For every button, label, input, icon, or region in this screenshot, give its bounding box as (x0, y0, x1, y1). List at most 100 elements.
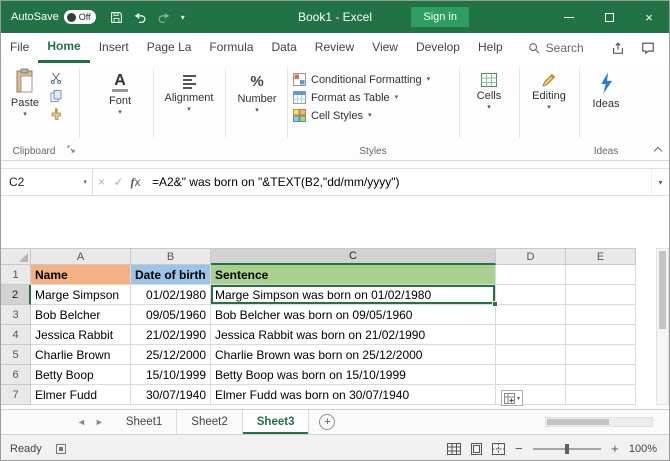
add-sheet-button[interactable]: + (319, 414, 335, 430)
sheet-tab-sheet1[interactable]: Sheet1 (112, 410, 177, 434)
cell-c3[interactable]: Bob Belcher was born on 09/05/1960 (211, 305, 496, 325)
tab-insert[interactable]: Insert (90, 33, 138, 63)
autosave-toggle[interactable]: Off (64, 10, 96, 24)
tab-page-layout[interactable]: Page La (138, 33, 201, 63)
cell-c1[interactable]: Sentence (211, 265, 496, 285)
alignment-group-button[interactable]: Alignment ▾ (157, 75, 221, 113)
fill-options-button[interactable]: ▾ (501, 390, 523, 406)
editing-group-button[interactable]: Editing ▾ (522, 73, 576, 111)
cell-e7[interactable] (566, 385, 636, 405)
cell-c5[interactable]: Charlie Brown was born on 25/12/2000 (211, 345, 496, 365)
cell-b3[interactable]: 09/05/1960 (131, 305, 211, 325)
cell-c4[interactable]: Jessica Rabbit was born on 21/02/1990 (211, 325, 496, 345)
row-header-5[interactable]: 5 (1, 345, 31, 365)
zoom-in-button[interactable]: + (610, 443, 620, 455)
cell-b5[interactable]: 25/12/2000 (131, 345, 211, 365)
cell-e3[interactable] (566, 305, 636, 325)
cell-e6[interactable] (566, 365, 636, 385)
signin-button[interactable]: Sign in (411, 7, 469, 27)
collapse-ribbon-button[interactable] (655, 148, 661, 154)
cell-e4[interactable] (566, 325, 636, 345)
minimize-button[interactable] (549, 1, 589, 33)
column-header-b[interactable]: B (131, 248, 211, 265)
tab-help[interactable]: Help (469, 33, 512, 63)
share-icon[interactable] (611, 41, 625, 55)
cell-e2[interactable] (566, 285, 636, 305)
insert-function-button[interactable]: fx (127, 175, 144, 190)
horizontal-scrollbar[interactable] (545, 417, 653, 427)
cell-a6[interactable]: Betty Boop (31, 365, 131, 385)
row-header-7[interactable]: 7 (1, 385, 31, 405)
page-layout-view-button[interactable] (470, 443, 483, 455)
cell-d6[interactable] (496, 365, 566, 385)
column-header-d[interactable]: D (496, 248, 566, 265)
tab-formulas[interactable]: Formula (200, 33, 262, 63)
row-header-1[interactable]: 1 (1, 265, 31, 285)
cell-b2[interactable]: 01/02/1980 (131, 285, 211, 305)
tab-review[interactable]: Review (306, 33, 363, 63)
row-header-2[interactable]: 2 (1, 285, 31, 305)
cell-b6[interactable]: 15/10/1999 (131, 365, 211, 385)
maximize-button[interactable] (589, 1, 629, 33)
cell-b4[interactable]: 21/02/1990 (131, 325, 211, 345)
format-as-table-button[interactable]: Format as Table ▾ (293, 89, 453, 106)
formula-bar-expand-button[interactable]: ▾ (651, 169, 669, 195)
search-box[interactable]: Search (528, 41, 584, 55)
cell-a1[interactable]: Name (31, 265, 131, 285)
copy-button[interactable] (47, 88, 65, 104)
cell-e5[interactable] (566, 345, 636, 365)
sheet-nav-right-icon[interactable]: ► (95, 417, 104, 427)
cell-b7[interactable]: 30/07/1940 (131, 385, 211, 405)
redo-button[interactable] (157, 11, 171, 24)
tab-file[interactable]: File (1, 33, 38, 63)
page-break-view-button[interactable] (492, 443, 505, 455)
cell-c6[interactable]: Betty Boop was born on 15/10/1999 (211, 365, 496, 385)
sheet-nav-left-icon[interactable]: ◄ (77, 417, 86, 427)
cell-b1[interactable]: Date of birth (131, 265, 211, 285)
formula-input[interactable]: =A2&" was born on "&TEXT(B2,"dd/mm/yyyy"… (144, 175, 651, 189)
cell-d5[interactable] (496, 345, 566, 365)
fill-handle[interactable] (492, 301, 498, 307)
cell-styles-button[interactable]: Cell Styles ▾ (293, 107, 453, 124)
cell-c2-selected[interactable]: Marge Simpson was born on 01/02/1980 (211, 285, 496, 305)
zoom-level[interactable]: 100% (629, 443, 657, 455)
cell-c7[interactable]: Elmer Fudd was born on 30/07/1940 (211, 385, 496, 405)
comment-icon[interactable] (641, 41, 655, 55)
cell-a3[interactable]: Bob Belcher (31, 305, 131, 325)
row-header-6[interactable]: 6 (1, 365, 31, 385)
cell-e1[interactable] (566, 265, 636, 285)
cell-d4[interactable] (496, 325, 566, 345)
zoom-slider-thumb[interactable] (565, 444, 569, 454)
column-header-c[interactable]: C (211, 248, 496, 265)
sheet-tab-sheet3[interactable]: Sheet3 (243, 410, 310, 434)
row-header-3[interactable]: 3 (1, 305, 31, 325)
column-header-e[interactable]: E (566, 248, 636, 265)
cell-d1[interactable] (496, 265, 566, 285)
horizontal-scrollbar-thumb[interactable] (547, 419, 609, 425)
cell-d2[interactable] (496, 285, 566, 305)
close-button[interactable]: × (629, 1, 669, 33)
number-group-button[interactable]: % Number ▾ (229, 73, 285, 114)
zoom-out-button[interactable]: − (514, 443, 524, 455)
ideas-button[interactable]: Ideas (583, 71, 629, 110)
cut-button[interactable] (47, 70, 65, 86)
conditional-formatting-button[interactable]: Conditional Formatting ▾ (293, 71, 453, 88)
qat-customize-button[interactable]: ▾ (181, 13, 185, 22)
tab-developer[interactable]: Develop (407, 33, 469, 63)
row-header-4[interactable]: 4 (1, 325, 31, 345)
save-button[interactable] (110, 11, 123, 24)
normal-view-button[interactable] (447, 443, 461, 455)
font-group-button[interactable]: A Font ▾ (91, 73, 149, 116)
select-all-corner[interactable] (1, 248, 31, 265)
tab-view[interactable]: View (363, 33, 407, 63)
name-box[interactable]: C2 ▾ (1, 169, 93, 195)
cells-group-button[interactable]: Cells ▾ (463, 73, 515, 111)
enter-button[interactable]: ✓ (110, 175, 127, 189)
cancel-button[interactable]: × (93, 175, 110, 189)
cell-d3[interactable] (496, 305, 566, 325)
vertical-scrollbar-thumb[interactable] (659, 251, 666, 329)
cell-a5[interactable]: Charlie Brown (31, 345, 131, 365)
format-painter-button[interactable] (47, 106, 65, 122)
cell-a2[interactable]: Marge Simpson (31, 285, 131, 305)
vertical-scrollbar[interactable] (656, 248, 669, 405)
